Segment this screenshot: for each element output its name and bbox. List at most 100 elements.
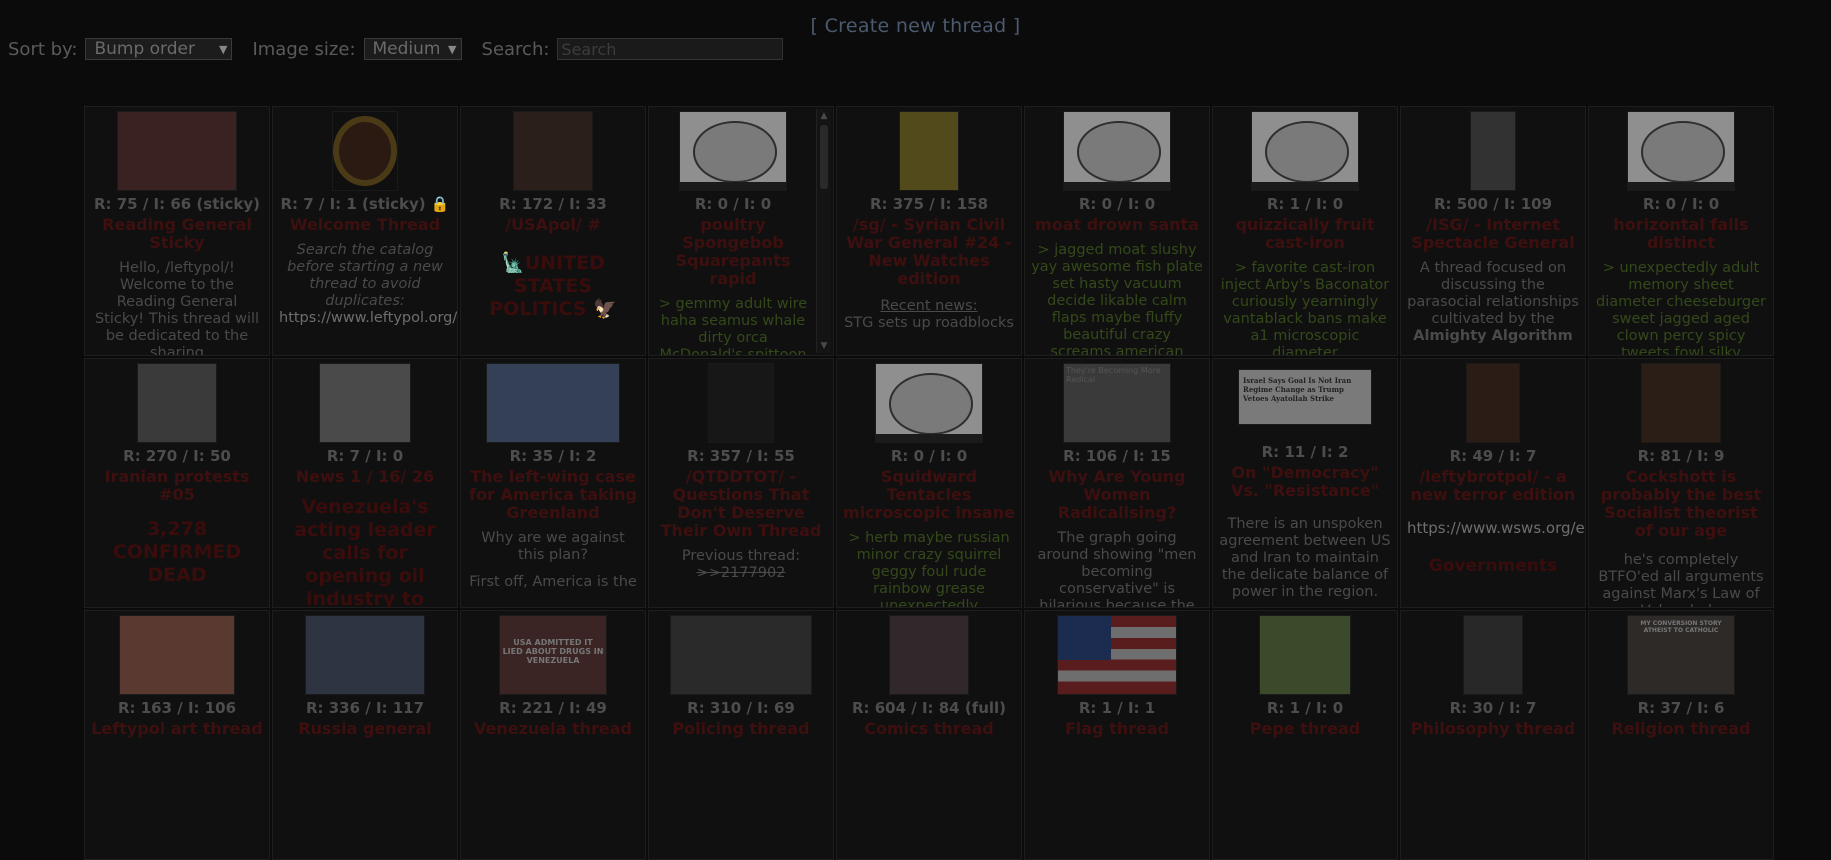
sort-label: Sort by: — [8, 38, 78, 60]
thread-card[interactable]: R: 7 / I: 0 News 1 / 16/ 26 Venezuela's … — [272, 358, 458, 608]
thread-thumbnail[interactable] — [1463, 615, 1523, 695]
thread-card[interactable]: R: 310 / I: 69 Policing thread — [648, 610, 834, 860]
thread-thumbnail[interactable] — [708, 363, 774, 443]
thread-card[interactable]: R: 75 / I: 66 (sticky) Reading General S… — [84, 106, 270, 356]
chevron-down-icon: ▼ — [448, 42, 457, 56]
scroll-down-icon[interactable]: ▼ — [817, 339, 831, 353]
thread-stats: R: 0 / I: 0 — [1078, 195, 1156, 213]
thread-card[interactable]: R: 0 / I: 0 Squidward Tentacles microsco… — [836, 358, 1022, 608]
card-scrollbar[interactable]: ▲ ▼ — [816, 109, 831, 353]
thread-body: Hello, /leftypol/! Welcome to the Readin… — [94, 260, 260, 356]
thread-card[interactable]: R: 336 / I: 117 Russia general — [272, 610, 458, 860]
thread-card[interactable]: R: 0 / I: 0 poultry Spongebob Squarepant… — [648, 106, 834, 356]
thread-stats: R: 172 / I: 33 — [499, 195, 607, 213]
thread-stats: R: 357 / I: 55 — [687, 447, 795, 465]
thread-body: he's completely BTFO'ed all arguments ag… — [1598, 552, 1764, 607]
thread-thumbnail[interactable] — [513, 111, 593, 191]
thread-thumbnail[interactable]: They're Becoming More Radical — [1063, 363, 1171, 443]
thread-card[interactable]: R: 49 / I: 7 /leftybrotpol/ - a new terr… — [1400, 358, 1586, 608]
thread-card[interactable]: R: 0 / I: 0 moat drown santa > jagged mo… — [1024, 106, 1210, 356]
thread-stats: R: 1 / I: 0 — [1266, 195, 1344, 213]
thread-card[interactable]: R: 81 / I: 9 Cockshott is probably the b… — [1588, 358, 1774, 608]
thread-thumbnail[interactable] — [319, 363, 411, 443]
thread-stats: R: 500 / I: 109 — [1433, 195, 1553, 213]
thread-quote-link[interactable]: >>2177902 — [655, 565, 827, 582]
thread-thumbnail[interactable] — [1641, 363, 1721, 443]
thread-title: Religion thread — [1611, 719, 1751, 738]
thread-card[interactable]: R: 7 / I: 1 (sticky) 🔒 Welcome Thread Se… — [272, 106, 458, 356]
thread-card[interactable]: R: 0 / I: 0 horizontal falls distinct > … — [1588, 106, 1774, 356]
thread-stats-text: R: 7 / I: 1 (sticky) — [280, 195, 426, 213]
thread-body: > favorite cast-iron inject Arby's Bacon… — [1220, 260, 1390, 356]
thread-body: Previous thread: — [681, 548, 801, 564]
thread-thumbnail[interactable] — [679, 111, 787, 191]
thread-card[interactable]: MY CONVERSION STORY ATHEIST TO CATHOLIC … — [1588, 610, 1774, 860]
thread-thumbnail[interactable] — [117, 111, 237, 191]
thread-body: There is an unspoken agreement between U… — [1219, 516, 1391, 600]
thread-title: Pepe thread — [1249, 719, 1361, 738]
sort-select[interactable]: Bump order ▼ — [85, 38, 233, 60]
thread-stats: R: 11 / I: 2 — [1261, 443, 1349, 461]
thread-thumbnail[interactable] — [1063, 111, 1171, 191]
thread-stats: R: 30 / I: 7 — [1449, 699, 1537, 717]
thread-thumbnail[interactable]: USA ADMITTED IT LIED ABOUT DRUGS IN VENE… — [499, 615, 607, 695]
image-size-select[interactable]: Medium ▼ — [363, 38, 462, 60]
thread-thumbnail[interactable]: MY CONVERSION STORY ATHEIST TO CATHOLIC — [1627, 615, 1735, 695]
thread-card[interactable]: They're Becoming More Radical R: 106 / I… — [1024, 358, 1210, 608]
thread-body: Why are we against this plan? — [481, 530, 625, 563]
thread-card[interactable]: R: 1 / I: 1 Flag thread — [1024, 610, 1210, 860]
thread-card[interactable]: R: 30 / I: 7 Philosophy thread — [1400, 610, 1586, 860]
thumbnail-band — [1252, 182, 1358, 190]
thread-thumbnail[interactable] — [1466, 363, 1520, 443]
thread-thumbnail[interactable] — [137, 363, 217, 443]
search-input[interactable] — [557, 38, 784, 60]
thread-card[interactable]: R: 500 / I: 109 /ISG/ - Internet Spectac… — [1400, 106, 1586, 356]
thread-stats: R: 81 / I: 9 — [1637, 447, 1725, 465]
thread-stats: R: 106 / I: 15 — [1063, 447, 1171, 465]
thread-stats: R: 1 / I: 0 — [1266, 699, 1344, 717]
thread-card[interactable]: R: 163 / I: 106 Leftypol art thread — [84, 610, 270, 860]
meme-face-icon — [692, 121, 778, 184]
thread-card[interactable]: R: 604 / I: 84 (full) Comics thread — [836, 610, 1022, 860]
thread-thumbnail[interactable] — [332, 111, 398, 191]
thread-body: STG sets up roadblocks — [844, 315, 1014, 331]
thread-thumbnail[interactable] — [670, 615, 812, 695]
thread-thumbnail[interactable] — [1251, 111, 1359, 191]
create-thread-link[interactable]: [ Create new thread ] — [0, 15, 1831, 37]
thread-card[interactable]: R: 1 / I: 0 quizzically fruit cast-iron … — [1212, 106, 1398, 356]
thread-body: > gemmy adult wire haha seamus whale dir… — [658, 296, 808, 356]
thread-thumbnail[interactable] — [889, 615, 969, 695]
thread-thumbnail[interactable] — [1057, 615, 1177, 695]
thread-card[interactable]: R: 375 / I: 158 /sg/ - Syrian Civil War … — [836, 106, 1022, 356]
scrollbar-thumb[interactable] — [820, 125, 828, 189]
thread-title: /USApol/ # — [505, 215, 601, 234]
thread-stats: R: 49 / I: 7 — [1449, 447, 1537, 465]
thread-link[interactable]: https://www.wsws.org/en/j16.html — [1407, 520, 1585, 537]
thread-card[interactable]: R: 270 / I: 50 Iranian protests #05 3,27… — [84, 358, 270, 608]
thread-card[interactable]: R: 172 / I: 33 /USApol/ # 🗽UNITED STATES… — [460, 106, 646, 356]
thread-thumbnail[interactable] — [875, 363, 983, 443]
thread-thumbnail[interactable] — [1627, 111, 1735, 191]
thread-stats: R: 221 / I: 49 — [499, 699, 607, 717]
scroll-up-icon[interactable]: ▲ — [817, 109, 831, 123]
thread-thumbnail[interactable] — [305, 615, 425, 695]
thread-card[interactable]: Israel Says Goal Is Not Iran Regime Chan… — [1212, 358, 1398, 608]
thread-card[interactable]: R: 35 / I: 2 The left-wing case for Amer… — [460, 358, 646, 608]
thread-thumbnail[interactable] — [899, 111, 959, 191]
thread-title: Russia general — [298, 719, 432, 738]
thread-thumbnail[interactable] — [1470, 111, 1516, 191]
thread-thumbnail[interactable] — [1259, 615, 1351, 695]
eagle-icon: 🦅 — [593, 298, 617, 320]
thumbnail-band — [680, 182, 786, 190]
thread-thumbnail[interactable] — [119, 615, 235, 695]
thread-card[interactable]: R: 357 / I: 55 /QTDDTOT/ - Questions Tha… — [648, 358, 834, 608]
thread-link[interactable]: https://www.leftypol.org/ — [279, 310, 457, 327]
thread-thumbnail[interactable] — [486, 363, 620, 443]
thread-stats: R: 270 / I: 50 — [123, 447, 231, 465]
thread-card[interactable]: R: 1 / I: 0 Pepe thread — [1212, 610, 1398, 860]
thread-title: Comics thread — [864, 719, 994, 738]
thread-card[interactable]: USA ADMITTED IT LIED ABOUT DRUGS IN VENE… — [460, 610, 646, 860]
thread-title: News 1 / 16/ 26 — [295, 467, 435, 486]
thread-thumbnail[interactable]: Israel Says Goal Is Not Iran Regime Chan… — [1238, 369, 1372, 425]
thread-title: poultry Spongebob Squarepants rapid — [675, 215, 791, 288]
